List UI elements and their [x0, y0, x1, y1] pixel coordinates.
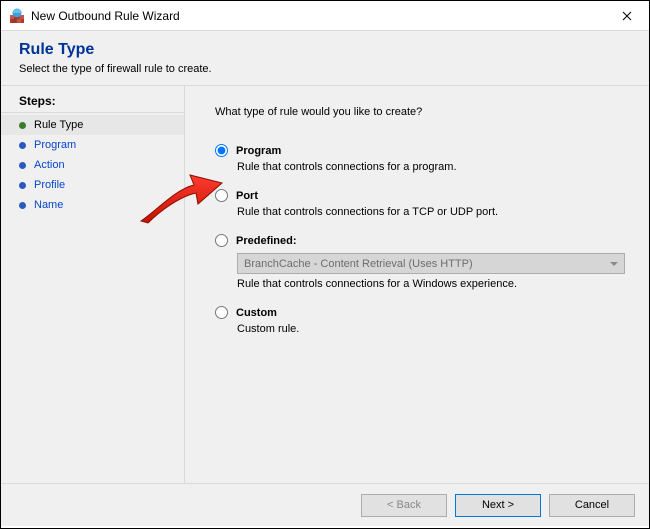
step-label: Action — [34, 159, 65, 171]
option-program: Program Rule that controls connections f… — [215, 144, 627, 173]
page-subtitle: Select the type of firewall rule to crea… — [19, 63, 631, 75]
bullet-icon — [19, 182, 26, 189]
firewall-icon — [9, 8, 25, 24]
radio-program-desc: Rule that controls connections for a pro… — [237, 161, 627, 173]
back-button[interactable]: < Back — [361, 494, 447, 517]
radio-port-label[interactable]: Port — [236, 190, 258, 202]
bullet-icon — [19, 162, 26, 169]
wizard-header: Rule Type Select the type of firewall ru… — [1, 31, 649, 86]
option-predefined: Predefined: BranchCache - Content Retrie… — [215, 234, 627, 290]
button-bar: < Back Next > Cancel — [1, 483, 649, 526]
bullet-icon — [19, 142, 26, 149]
wizard-content: What type of rule would you like to crea… — [184, 86, 649, 483]
content-question: What type of rule would you like to crea… — [215, 106, 627, 118]
wizard-body: Steps: Rule Type Program Action Profile … — [1, 86, 649, 483]
steps-heading: Steps: — [1, 94, 184, 113]
radio-predefined[interactable] — [215, 234, 228, 247]
step-label: Name — [34, 199, 63, 211]
next-button[interactable]: Next > — [455, 494, 541, 517]
radio-port-desc: Rule that controls connections for a TCP… — [237, 206, 627, 218]
step-profile[interactable]: Profile — [1, 175, 184, 195]
window-title: New Outbound Rule Wizard — [31, 9, 604, 23]
step-label: Rule Type — [34, 119, 83, 131]
bullet-icon — [19, 122, 26, 129]
step-label: Profile — [34, 179, 65, 191]
radio-custom[interactable] — [215, 306, 228, 319]
titlebar: New Outbound Rule Wizard — [1, 1, 649, 31]
option-port: Port Rule that controls connections for … — [215, 189, 627, 218]
radio-predefined-desc: Rule that controls connections for a Win… — [237, 278, 627, 290]
radio-port[interactable] — [215, 189, 228, 202]
step-program[interactable]: Program — [1, 135, 184, 155]
option-custom: Custom Custom rule. — [215, 306, 627, 335]
predefined-select-value: BranchCache - Content Retrieval (Uses HT… — [244, 258, 473, 270]
radio-program[interactable] — [215, 144, 228, 157]
close-button[interactable] — [604, 1, 649, 31]
step-name[interactable]: Name — [1, 195, 184, 215]
bullet-icon — [19, 202, 26, 209]
predefined-select[interactable]: BranchCache - Content Retrieval (Uses HT… — [237, 253, 625, 274]
radio-predefined-label[interactable]: Predefined: — [236, 235, 297, 247]
step-action[interactable]: Action — [1, 155, 184, 175]
cancel-button[interactable]: Cancel — [549, 494, 635, 517]
radio-custom-desc: Custom rule. — [237, 323, 627, 335]
radio-custom-label[interactable]: Custom — [236, 307, 277, 319]
step-label: Program — [34, 139, 76, 151]
step-rule-type[interactable]: Rule Type — [1, 115, 184, 135]
page-title: Rule Type — [19, 41, 631, 59]
steps-sidebar: Steps: Rule Type Program Action Profile … — [1, 86, 184, 483]
radio-program-label[interactable]: Program — [236, 145, 281, 157]
